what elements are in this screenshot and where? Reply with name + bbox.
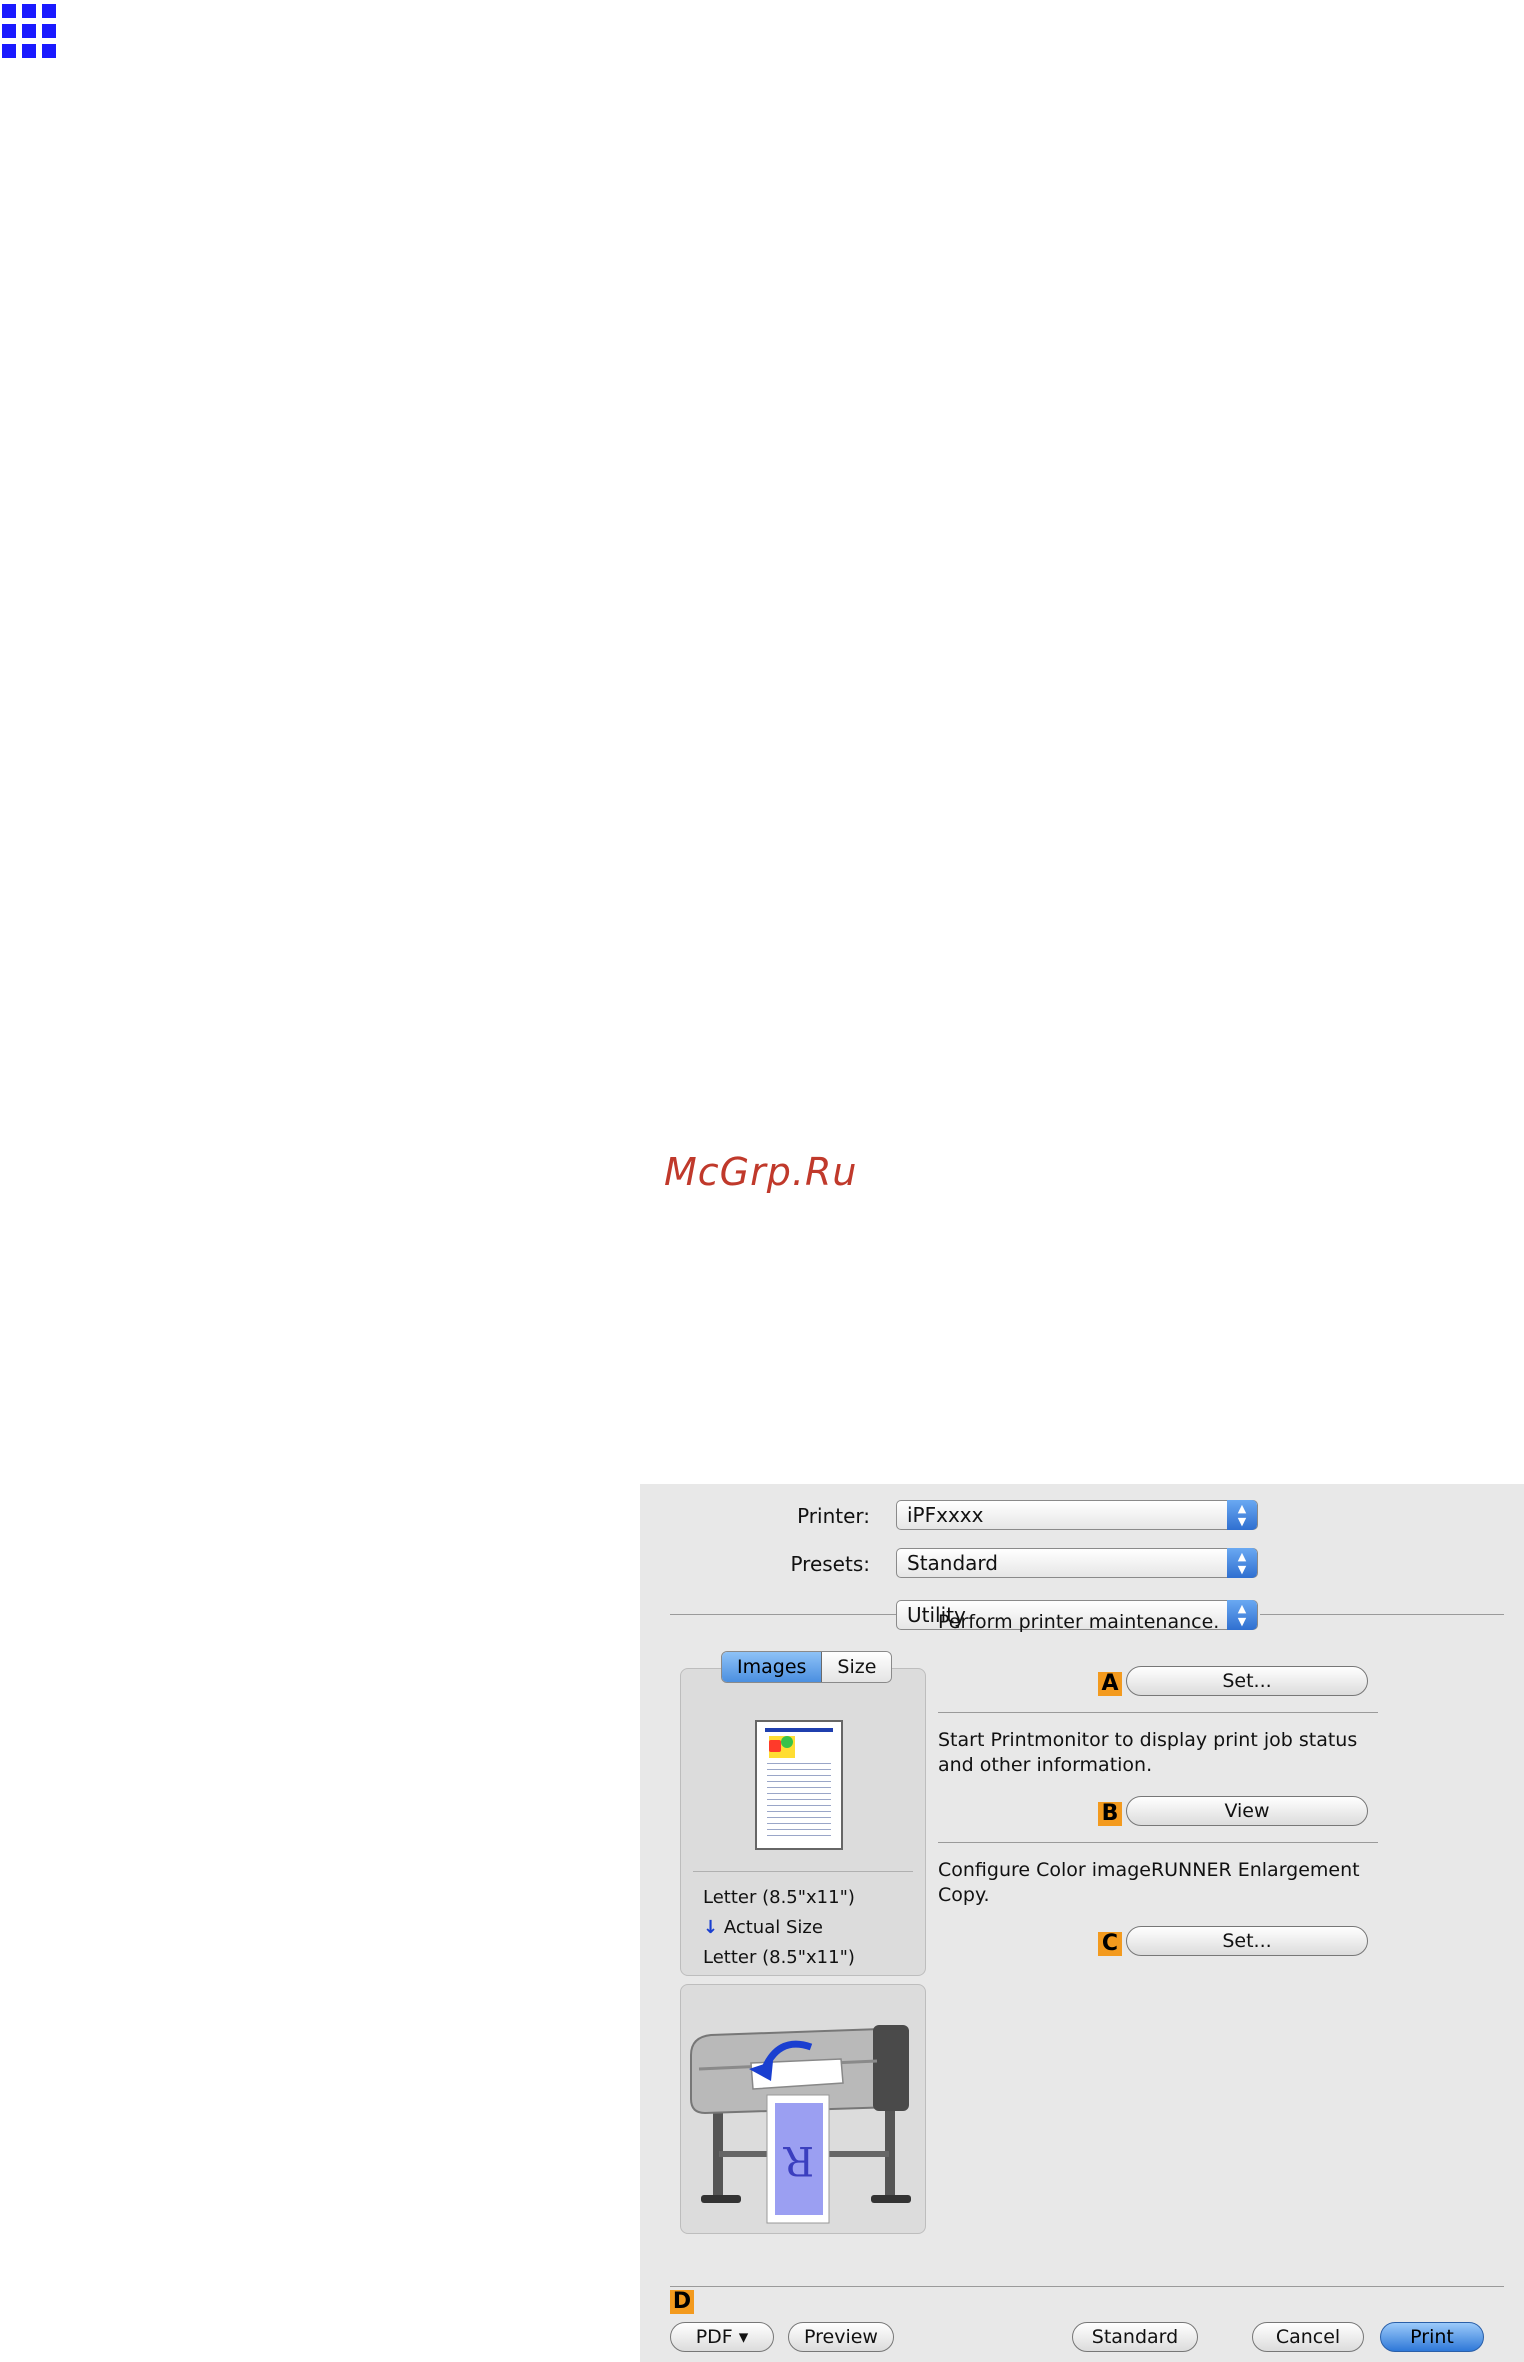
preview-button[interactable]: Preview — [788, 2322, 894, 2352]
down-arrow-icon: ↓ — [703, 1917, 719, 1938]
printer-label: Printer: — [797, 1504, 870, 1528]
printmonitor-description: Start Printmonitor to display print job … — [938, 1729, 1358, 1776]
presets-popup-value: Standard — [907, 1551, 998, 1575]
preview-tabs: Images Size — [721, 1651, 893, 1683]
watermark-text: McGrp.Ru — [664, 1150, 858, 1194]
printer-popup[interactable]: iPFxxxx ▲ ▼ — [896, 1500, 1258, 1530]
popup-arrows-icon: ▲ ▼ — [1227, 1500, 1257, 1530]
cancel-button[interactable]: Cancel — [1252, 2322, 1364, 2352]
scale-text: Actual Size — [723, 1917, 823, 1938]
paper-header-bar — [765, 1728, 833, 1732]
large-format-printer-icon: R — [690, 2025, 911, 2224]
badge-d: D — [670, 2290, 694, 2314]
tab-size[interactable]: Size — [822, 1652, 892, 1682]
paper-text-lines — [767, 1758, 831, 1838]
badge-c: C — [1098, 1932, 1122, 1956]
preview-divider — [693, 1871, 913, 1872]
standard-button[interactable]: Standard — [1072, 2322, 1198, 2352]
printer-popup-value: iPFxxxx — [907, 1503, 984, 1527]
scale-line: ↓ Actual Size — [703, 1917, 823, 1938]
imagerunner-description: Configure Color imageRUNNER Enlargement … — [938, 1859, 1360, 1906]
section-divider — [938, 1712, 1378, 1713]
maintenance-description: Perform printer maintenance. — [938, 1611, 1220, 1633]
paper-preview — [755, 1720, 843, 1850]
svg-text:R: R — [782, 2137, 814, 2183]
original-size-text: Letter (8.5"x11") — [703, 1887, 855, 1908]
maintenance-set-button[interactable]: Set... — [1126, 1666, 1368, 1696]
tab-images[interactable]: Images — [722, 1652, 823, 1682]
grid-menu-icon[interactable] — [0, 0, 58, 64]
printmonitor-view-button[interactable]: View — [1126, 1796, 1368, 1826]
output-size-text: Letter (8.5"x11") — [703, 1947, 855, 1968]
presets-popup[interactable]: Standard ▲ ▼ — [896, 1548, 1258, 1578]
imagerunner-set-button[interactable]: Set... — [1126, 1926, 1368, 1956]
footer-divider — [670, 2286, 1504, 2287]
badge-b: B — [1098, 1802, 1122, 1826]
section-divider — [938, 1842, 1378, 1843]
popup-arrows-icon: ▲ ▼ — [1227, 1548, 1257, 1578]
print-dialog: Printer: iPFxxxx ▲ ▼ Presets: Standard ▲ ▼… — [640, 1484, 1524, 2362]
paper-image-icon — [769, 1736, 795, 1758]
presets-label: Presets: — [790, 1552, 870, 1576]
badge-a: A — [1098, 1672, 1122, 1696]
print-button[interactable]: Print — [1380, 2322, 1484, 2352]
preview-panel: Images Size Letter (8.5"x11") ↓ Actual S… — [680, 1651, 926, 1976]
printer-illustration-panel: R — [680, 1984, 926, 2234]
pdf-menu-button[interactable]: PDF ▾ — [670, 2322, 774, 2352]
pane-separator-left — [670, 1614, 896, 1615]
